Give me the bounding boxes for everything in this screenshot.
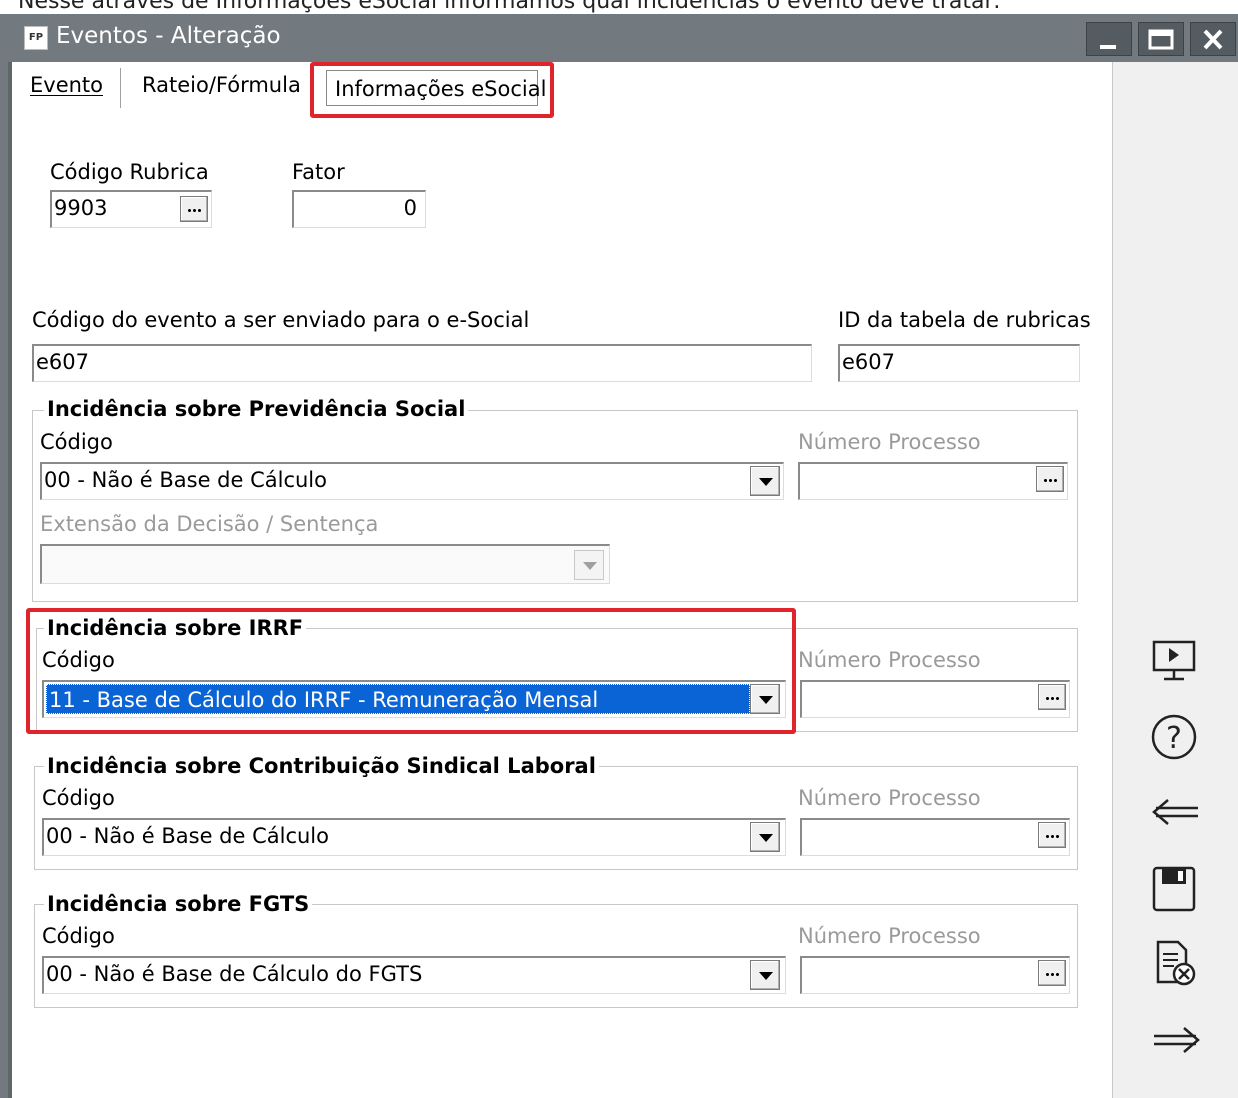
codigo-rubrica-label: Código Rubrica xyxy=(50,160,209,184)
close-button[interactable] xyxy=(1190,22,1236,56)
previdencia-dropdown-button[interactable] xyxy=(750,466,780,496)
codigo-evento-input[interactable]: e607 xyxy=(32,344,812,382)
ellipsis-icon xyxy=(1045,835,1060,838)
fgts-dropdown-button[interactable] xyxy=(750,960,780,990)
presentation-icon[interactable] xyxy=(1148,636,1204,686)
highlight-irrf-group xyxy=(26,608,796,734)
fator-input[interactable]: 0 xyxy=(292,190,426,228)
ellipsis-icon xyxy=(1043,479,1058,482)
id-tabela-input[interactable]: e607 xyxy=(838,344,1080,382)
extensao-dropdown-button[interactable] xyxy=(574,550,604,580)
sindical-processo-input[interactable] xyxy=(800,818,1070,856)
chevron-down-icon xyxy=(759,478,773,486)
window-left-border-line xyxy=(8,62,12,1098)
cancel-document-icon[interactable] xyxy=(1148,938,1204,988)
codigo-evento-label: Código do evento a ser enviado para o e-… xyxy=(32,308,530,332)
irrf-processo-lookup-button[interactable] xyxy=(1038,684,1066,710)
sindical-processo-lookup-button[interactable] xyxy=(1038,822,1066,848)
extensao-select[interactable] xyxy=(40,544,610,584)
previdencia-processo-lookup-button[interactable] xyxy=(1036,466,1064,492)
ellipsis-icon xyxy=(1045,697,1060,700)
back-arrow-icon[interactable] xyxy=(1148,788,1204,838)
fgts-processo-input[interactable] xyxy=(800,956,1070,994)
id-tabela-label: ID da tabela de rubricas xyxy=(838,308,1091,332)
fgts-processo-label: Número Processo xyxy=(798,924,981,948)
sindical-codigo-label: Código xyxy=(42,786,115,810)
forward-arrow-icon[interactable] xyxy=(1148,1016,1204,1066)
irrf-processo-input[interactable] xyxy=(800,680,1070,718)
ellipsis-icon xyxy=(1045,973,1060,976)
irrf-processo-label: Número Processo xyxy=(798,648,981,672)
ellipsis-icon xyxy=(187,209,202,212)
fgts-processo-lookup-button[interactable] xyxy=(1038,960,1066,986)
app-icon: FP xyxy=(24,26,48,50)
svg-text:?: ? xyxy=(1166,721,1182,756)
codigo-rubrica-lookup-button[interactable] xyxy=(180,196,208,222)
fator-label: Fator xyxy=(292,160,345,184)
highlight-esocial-tab xyxy=(310,62,554,118)
fgts-codigo-select[interactable]: 00 - Não é Base de Cálculo do FGTS xyxy=(42,956,786,994)
close-icon xyxy=(1203,29,1223,50)
chevron-down-icon xyxy=(759,972,773,980)
tab-rateio-formula[interactable]: Rateio/Fórmula xyxy=(142,70,301,110)
top-caption-text: Nesse através de Informações eSocial inf… xyxy=(18,0,1001,14)
title-bar[interactable]: FP Eventos - Alteração xyxy=(12,14,1238,62)
group-previdencia-title: Incidência sobre Previdência Social xyxy=(44,397,469,421)
help-icon[interactable]: ? xyxy=(1148,712,1204,762)
minimize-button[interactable] xyxy=(1086,22,1132,56)
sindical-processo-label: Número Processo xyxy=(798,786,981,810)
tab-divider xyxy=(120,68,121,108)
tab-rateio-label: Rateio/Fórmula xyxy=(142,73,301,97)
maximize-button[interactable] xyxy=(1138,22,1184,56)
maximize-icon xyxy=(1148,29,1174,50)
save-icon[interactable] xyxy=(1148,862,1204,912)
tab-evento[interactable]: Evento xyxy=(30,70,103,110)
previdencia-codigo-select[interactable]: 00 - Não é Base de Cálculo xyxy=(40,462,784,500)
top-caption: Nesse através de Informações eSocial inf… xyxy=(0,0,1238,14)
previdencia-processo-label: Número Processo xyxy=(798,430,981,454)
fgts-codigo-label: Código xyxy=(42,924,115,948)
group-sindical-title: Incidência sobre Contribuição Sindical L… xyxy=(44,754,599,778)
chevron-down-icon xyxy=(583,562,597,570)
chevron-down-icon xyxy=(759,834,773,842)
extensao-label: Extensão da Decisão / Sentença xyxy=(40,512,379,536)
group-fgts-title: Incidência sobre FGTS xyxy=(44,892,313,916)
minimize-icon xyxy=(1100,45,1116,49)
previdencia-codigo-label: Código xyxy=(40,430,113,454)
sindical-codigo-select[interactable]: 00 - Não é Base de Cálculo xyxy=(42,818,786,856)
sindical-dropdown-button[interactable] xyxy=(750,822,780,852)
previdencia-processo-input[interactable] xyxy=(798,462,1068,500)
tab-evento-label: Evento xyxy=(30,73,104,97)
window-title: Eventos - Alteração xyxy=(56,23,281,49)
